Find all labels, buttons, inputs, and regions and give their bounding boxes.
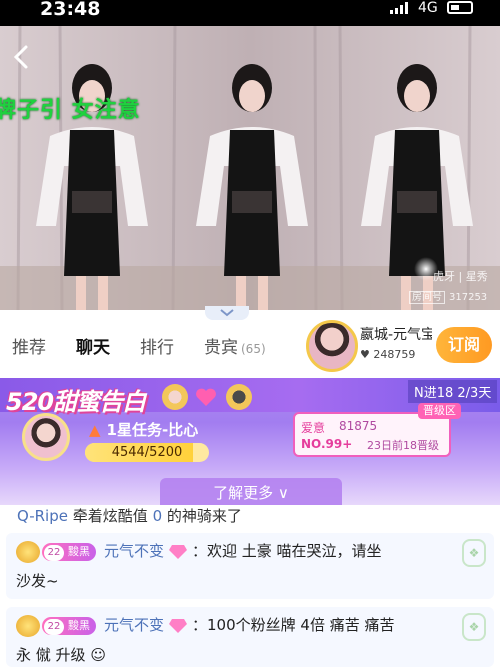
vip-count: (65) (241, 342, 266, 356)
user-level-icon (16, 614, 40, 637)
room-number: 房间号 317253 (409, 288, 488, 304)
fan-level: 22 (44, 544, 64, 561)
rank-badge: 晋级区 (418, 403, 461, 419)
chat-message-line: 22 黢黑 元气不变 ：100个粉丝牌 4倍 痛苦 痛苦 (16, 613, 395, 637)
event-host-avatar (22, 413, 70, 461)
chat-message[interactable]: 22 黢黑 元气不变 ：100个粉丝牌 4倍 痛苦 痛苦 永 僦 升级 ☺ ❖ (6, 607, 494, 667)
chat-text: ：100个粉丝牌 4倍 痛苦 痛苦 (192, 616, 395, 634)
chat-username[interactable]: 元气不变 (104, 542, 164, 560)
event-stage: N进18 2/3天 (408, 380, 498, 403)
chat-text: 沙发~ (16, 572, 59, 590)
anchor-name[interactable]: 嬴城-元气宝 (360, 324, 432, 344)
anchor-heat-value: 248759 (373, 348, 416, 361)
system-message-value: 0 (152, 507, 163, 525)
anchor-heat: ♥ 248759 (360, 348, 415, 361)
system-message: Q-Ripe 牵着炫酷值 0 的神骑来了 (17, 505, 242, 526)
rank-score: 81875 (339, 419, 378, 433)
diamond-icon (169, 618, 188, 633)
collapse-handle[interactable] (205, 306, 249, 320)
dancer-figure (36, 64, 148, 310)
fan-badge[interactable]: 22 黢黑 (42, 542, 96, 561)
system-message-text: 的神骑来了 (166, 507, 242, 525)
back-arrow-icon[interactable] (10, 44, 36, 70)
user-level-icon (16, 540, 40, 563)
anchor-avatar[interactable] (306, 320, 358, 372)
partner-medal-icon (226, 384, 252, 410)
chat-list[interactable]: Q-Ripe 牵着炫酷值 0 的神骑来了 22 黢黑 元气不变 ：欢迎 土豪 喵在哭泣… (0, 505, 500, 667)
video-overlay-text: 牌子引 女注意 (0, 98, 141, 123)
battery-icon (447, 1, 473, 14)
flame-icon: ▲ (89, 421, 101, 439)
system-message-user[interactable]: Q-Ripe (17, 507, 68, 525)
learn-more-label: 了解更多 (213, 484, 274, 502)
chat-text: 永 僦 升级 (16, 646, 86, 664)
status-time: 23:48 (40, 0, 101, 20)
tab-vip-label: 贵宾 (204, 338, 238, 358)
heart-icon (196, 388, 216, 406)
rank-info: 23日前18晋级 (367, 439, 439, 452)
tab-recommend[interactable]: 推荐 (12, 337, 46, 359)
chat-username[interactable]: 元气不变 (104, 616, 164, 634)
live-video-player[interactable]: 牌子引 女注意 (0, 26, 500, 310)
diamond-icon (169, 544, 188, 559)
platform-watermark: 虎牙 | 星秀 (433, 270, 488, 283)
chevron-down-icon: ∨ (277, 484, 289, 502)
fan-level: 22 (44, 618, 64, 635)
report-icon[interactable]: ❖ (462, 539, 486, 567)
event-title: 520甜蜜告白 (6, 388, 146, 416)
chat-message[interactable]: 22 黢黑 元气不变 ：欢迎 土豪 喵在哭泣，请坐 沙发~ ❖ (6, 533, 494, 599)
task-title-text: 1星任务-比心 (106, 421, 199, 439)
system-message-text: 牵着炫酷值 (72, 507, 148, 525)
host-medal-icon (162, 384, 188, 410)
status-bar: 23:48 4G (0, 0, 500, 26)
task-progress-text: 4544/5200 (111, 445, 183, 460)
subscribe-button[interactable]: 订阅 (436, 327, 492, 363)
dancer-figure (196, 64, 308, 310)
chat-text: ：欢迎 土豪 喵在哭泣，请坐 (192, 542, 382, 560)
signal-icon (390, 2, 412, 14)
room-label: 房间号 (409, 291, 445, 304)
report-icon[interactable]: ❖ (462, 613, 486, 641)
tab-ranking[interactable]: 排行 (140, 337, 174, 359)
heat-icon: ♥ (360, 348, 374, 361)
fan-badge-name: 黢黑 (68, 544, 90, 558)
learn-more-button[interactable]: 了解更多 ∨ (160, 478, 342, 508)
room-number-value: 317253 (449, 292, 488, 303)
tab-chat[interactable]: 聊天 (76, 337, 110, 359)
rank-label: 爱意 (301, 421, 326, 435)
laugh-emoji-icon: ☺ (90, 646, 106, 664)
network-type: 4G (418, 0, 438, 16)
tab-vip[interactable]: 贵宾 (65) (204, 337, 266, 360)
chat-message-line: 22 黢黑 元气不变 ：欢迎 土豪 喵在哭泣，请坐 (16, 539, 382, 563)
fan-badge-name: 黢黑 (68, 618, 90, 632)
chevron-down-icon (220, 309, 234, 317)
fan-badge[interactable]: 22 黢黑 (42, 616, 96, 635)
task-progress-bar: 4544/5200 (85, 443, 209, 462)
task-title: ▲ 1星任务-比心 (89, 419, 198, 440)
chat-message-line: 永 僦 升级 ☺ (16, 643, 106, 667)
rank-position: NO.99+ (301, 437, 353, 451)
